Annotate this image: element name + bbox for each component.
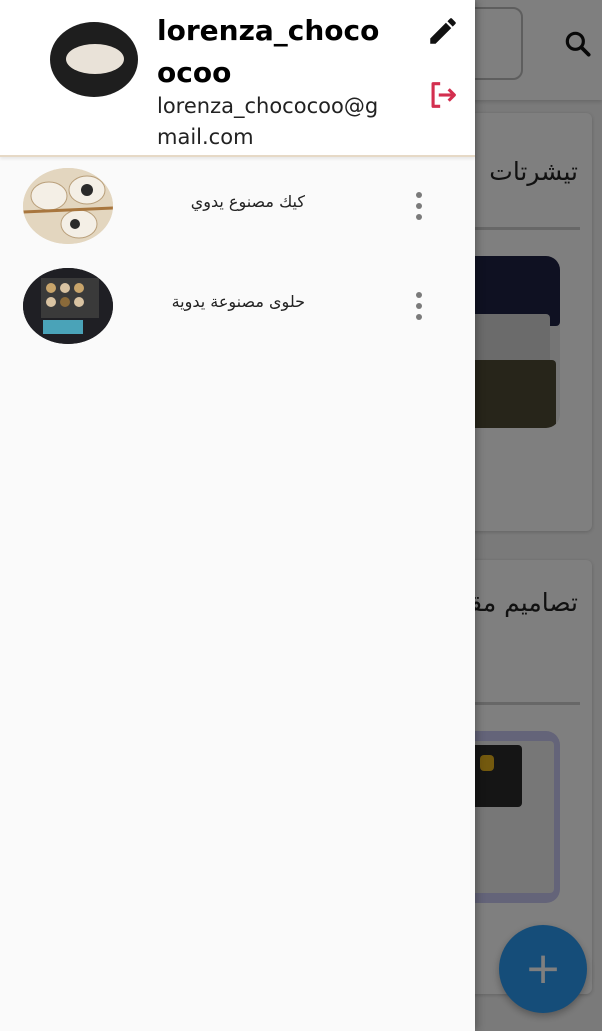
item-label: كيك مصنوع يدوي — [190, 192, 305, 211]
more-vert-icon[interactable] — [410, 190, 428, 222]
item-label: حلوى مصنوعة يدوية — [171, 292, 305, 311]
email: lorenza_chococoo@gmail.com — [157, 94, 379, 149]
more-vert-icon[interactable] — [410, 290, 428, 322]
list-item[interactable]: كيك مصنوع يدوي — [0, 160, 475, 250]
navigation-drawer: lorenza_chocoocoo lorenza_chococoo@gmail… — [0, 0, 475, 1031]
item-thumbnail — [23, 168, 113, 244]
item-thumbnail — [23, 268, 113, 344]
pencil-icon[interactable] — [426, 14, 460, 48]
list-item[interactable]: حلوى مصنوعة يدوية — [0, 260, 475, 350]
logout-icon[interactable] — [426, 78, 460, 112]
avatar-image — [66, 44, 124, 74]
drawer-header: lorenza_chocoocoo lorenza_chococoo@gmail… — [0, 0, 475, 157]
avatar[interactable] — [50, 22, 138, 97]
username: lorenza_chocoocoo — [157, 14, 380, 89]
